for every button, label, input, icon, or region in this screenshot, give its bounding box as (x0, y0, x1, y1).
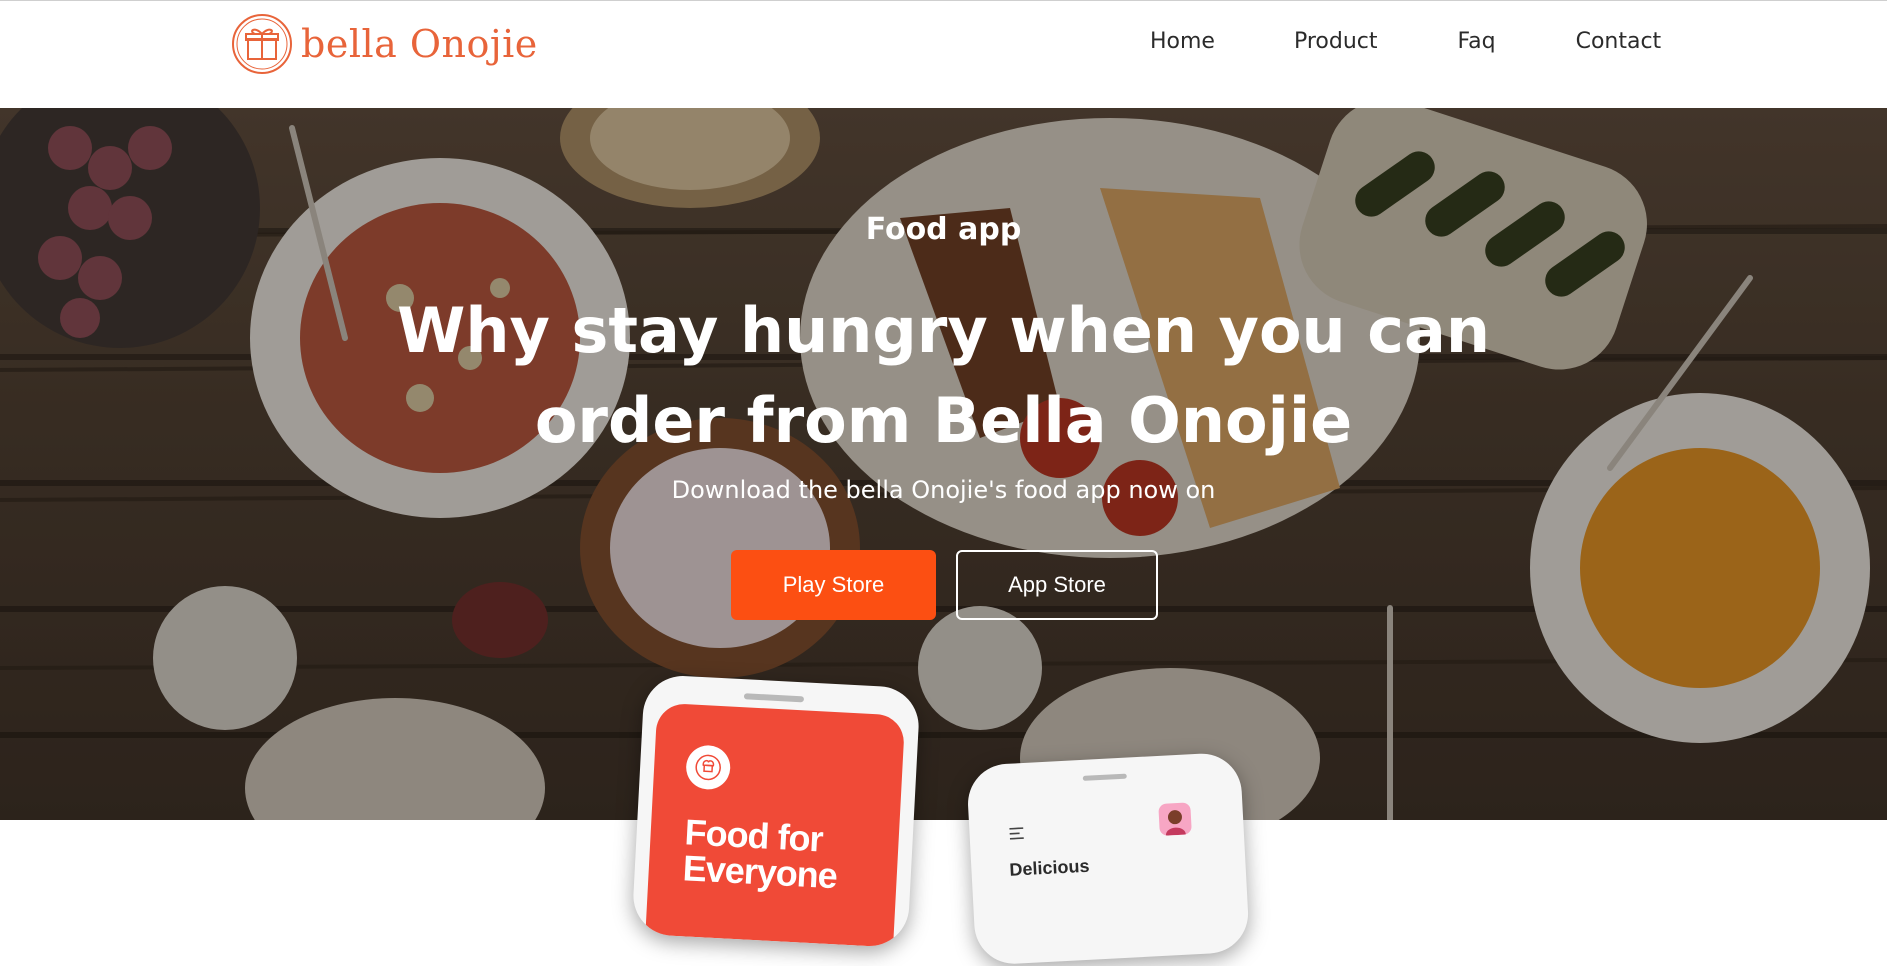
hero-subtext: Download the bella Onojie's food app now… (671, 476, 1216, 504)
app-store-button[interactable]: App Store (956, 550, 1158, 620)
hero-headline-line-2: order from Bella Onojie (534, 384, 1353, 457)
navbar: bella Onojie Home Product Faq Contact (0, 0, 1887, 108)
brand-logo[interactable]: bella Onojie (231, 13, 538, 75)
main-nav: Home Product Faq Contact (1150, 29, 1661, 54)
nav-link-product[interactable]: Product (1294, 29, 1378, 54)
phone-notch (743, 693, 805, 703)
chef-hat-icon (685, 744, 732, 791)
nav-link-home[interactable]: Home (1150, 29, 1215, 54)
phone-mockup-splash: Food for Everyone (631, 674, 921, 949)
content-band (0, 820, 1887, 877)
phone-home-title: Delicious (1008, 855, 1090, 880)
phone-splash-tagline: Food for Everyone (681, 811, 838, 897)
hero-eyebrow: Food app (865, 212, 1022, 247)
nav-link-faq[interactable]: Faq (1458, 29, 1496, 54)
brand-name: bella Onojie (301, 22, 538, 66)
hero-headline: Why stay hungry when you can order from … (0, 286, 1887, 466)
hamburger-menu-icon (1009, 827, 1024, 840)
phone-notch (1082, 773, 1127, 781)
phone-mockup-home: Delicious (966, 751, 1251, 966)
hero-headline-line-1: Why stay hungry when you can (396, 294, 1491, 367)
phone-splash-screen: Food for Everyone (645, 702, 906, 948)
nav-link-contact[interactable]: Contact (1576, 29, 1662, 54)
user-avatar-icon (1158, 802, 1192, 836)
gift-box-logo-icon (232, 14, 292, 74)
play-store-button[interactable]: Play Store (731, 550, 936, 620)
hero-section: Food app Why stay hungry when you can or… (0, 108, 1887, 820)
